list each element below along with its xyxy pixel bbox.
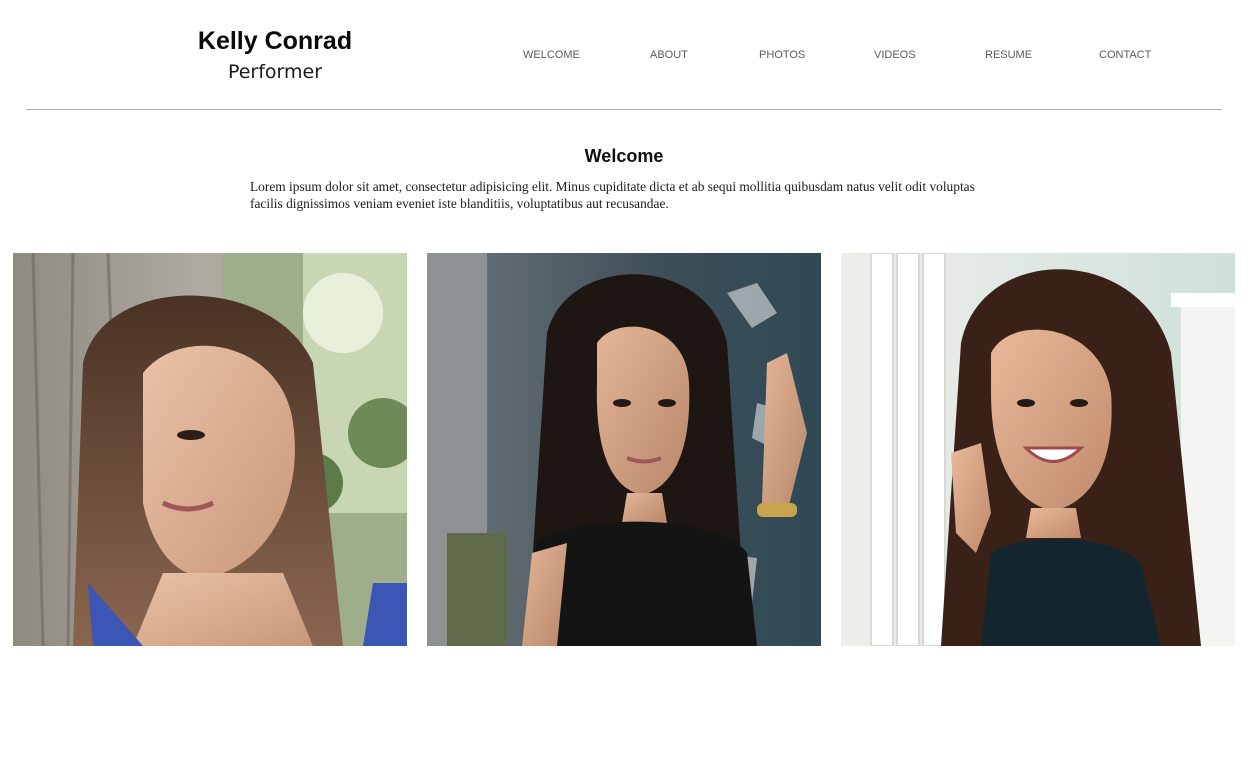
page-title: Welcome <box>584 146 664 166</box>
nav-link-about[interactable]: ABOUT <box>650 47 688 63</box>
nav-link-photos[interactable]: PHOTOS <box>759 47 805 63</box>
nav-link-videos[interactable]: VIDEOS <box>874 47 916 63</box>
smiling-portrait-image <box>841 253 1235 646</box>
site-name: Kelly Conrad <box>197 27 353 55</box>
brand-block[interactable]: Kelly Conrad Performer <box>168 24 382 86</box>
intro-paragraph: Lorem ipsum dolor sit amet, consectetur … <box>250 179 975 211</box>
portrait-wall-image <box>427 253 821 646</box>
site-tagline: Performer <box>227 61 323 83</box>
gallery-photo-1[interactable] <box>13 253 407 646</box>
gallery-photo-2[interactable] <box>427 253 821 646</box>
nav-link-contact[interactable]: CONTACT <box>1099 47 1151 63</box>
headshot-profile-image <box>13 253 407 646</box>
main-nav: WELCOME ABOUT PHOTOS VIDEOS RESUME CONTA… <box>500 47 1180 63</box>
gallery-photo-3[interactable] <box>841 253 1235 646</box>
nav-link-welcome[interactable]: WELCOME <box>523 47 580 63</box>
header-divider <box>26 109 1222 110</box>
nav-link-resume[interactable]: RESUME <box>985 47 1032 63</box>
